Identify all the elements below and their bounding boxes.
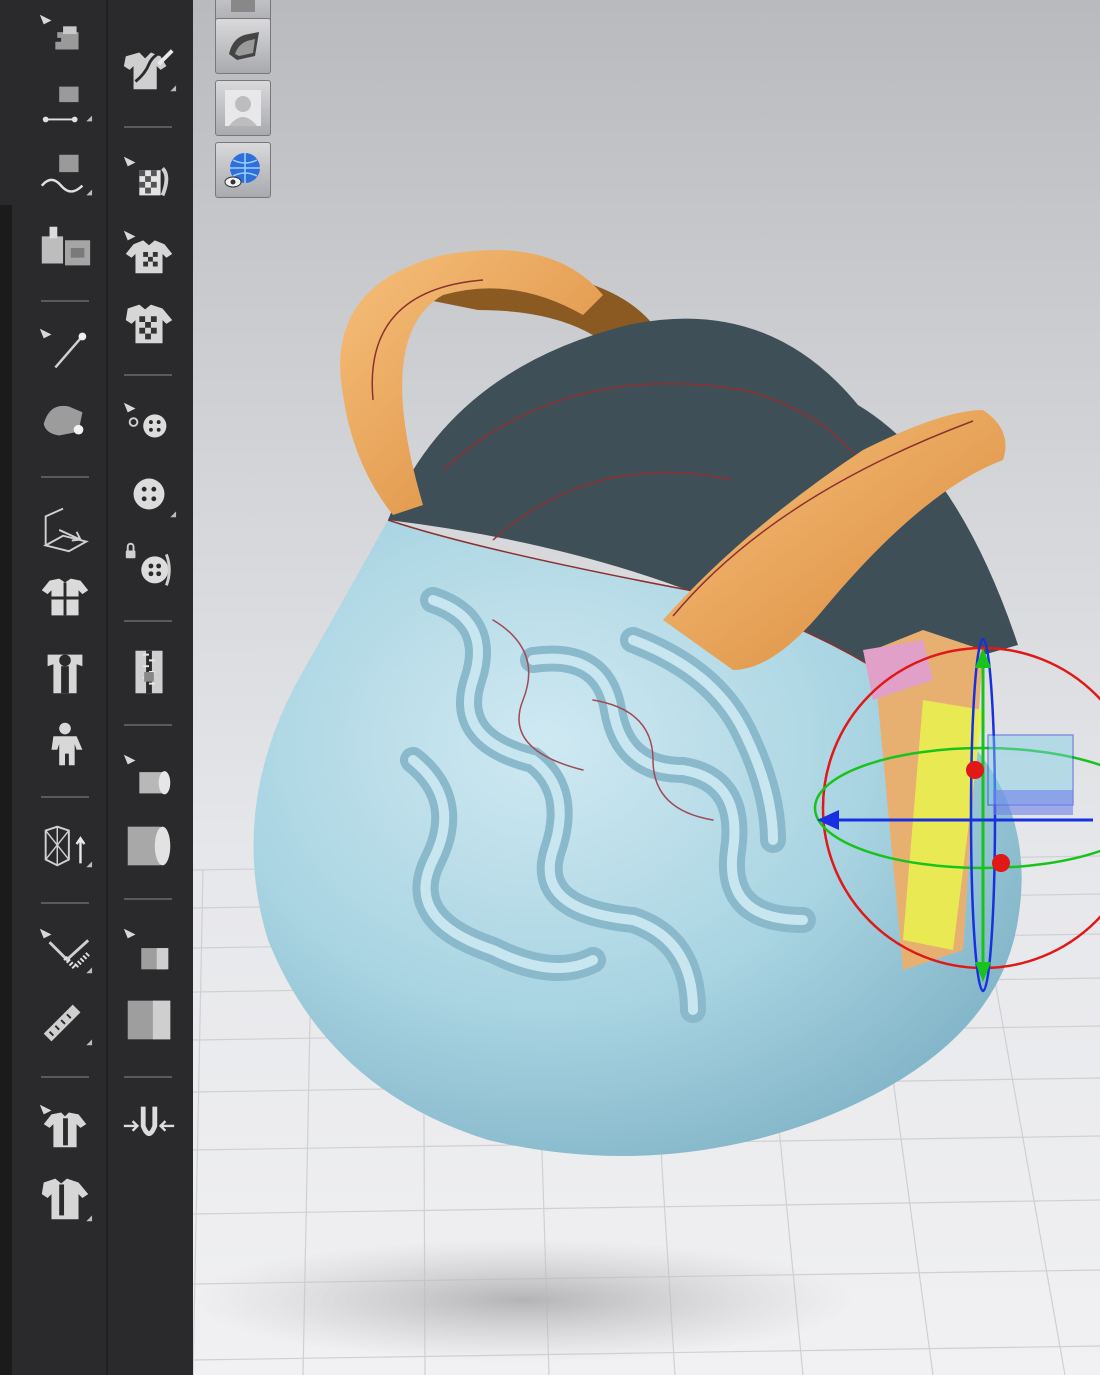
button-select-button[interactable]	[118, 396, 180, 452]
button-icon	[133, 478, 177, 518]
3d-scene	[193, 250, 1100, 1375]
free-sewing-icon	[40, 154, 93, 196]
toolbar-separator	[41, 902, 89, 904]
toolbar-separator	[124, 374, 172, 376]
fabric-roll-button[interactable]	[118, 818, 180, 874]
avatar-fit-button[interactable]	[34, 644, 96, 700]
measure-tool-icon	[39, 928, 93, 974]
arrangement-button[interactable]	[34, 500, 96, 556]
graphic-select-icon	[123, 230, 173, 274]
graphic-icon	[125, 304, 173, 344]
garment-arrange-icon	[41, 578, 89, 616]
fabric-roll-select-button[interactable]	[118, 748, 180, 804]
shading-mode-button[interactable]	[215, 18, 271, 74]
garment-grade-button[interactable]	[34, 1170, 96, 1226]
tape-measure-button[interactable]	[34, 994, 96, 1050]
segment-sewing-icon	[42, 86, 93, 123]
world-view-button[interactable]	[215, 142, 271, 198]
world-view-icon	[224, 153, 260, 188]
toolbar-separator	[41, 476, 89, 478]
pattern-edit-button[interactable]	[118, 40, 180, 96]
fabric-swatch-button[interactable]	[118, 992, 180, 1048]
mesh-info-icon	[44, 825, 93, 868]
free-sewing-button[interactable]	[34, 148, 96, 204]
tack-tool-icon	[43, 405, 84, 436]
texture-edit-icon	[123, 156, 169, 197]
sewing-tool-icon	[39, 14, 79, 50]
toolbar-separator	[41, 300, 89, 302]
avatar-visibility-button[interactable]	[215, 80, 271, 136]
toolbar-separator	[124, 724, 172, 726]
tape-measure-icon	[43, 1004, 93, 1046]
gizmo-handle-top[interactable]	[966, 761, 984, 779]
avatar-icon	[51, 722, 83, 766]
graphic-button[interactable]	[118, 294, 180, 350]
bag-shadow	[193, 1238, 853, 1362]
toolbar-separator	[41, 796, 89, 798]
garment-measure-icon	[39, 1104, 87, 1148]
avatar-button[interactable]	[34, 716, 96, 772]
segment-sewing-button[interactable]	[34, 76, 96, 132]
avatar-fit-icon	[47, 654, 83, 694]
toolbar-separator	[124, 126, 172, 128]
avatar-visibility-icon	[225, 90, 261, 126]
toolbar-column-divider	[106, 0, 108, 1375]
fabric-roll-icon	[127, 826, 171, 866]
toolbar-edge-strip	[0, 205, 12, 1375]
mesh-info-button[interactable]	[34, 818, 96, 874]
button-select-icon	[123, 402, 167, 438]
pattern-edit-icon	[123, 47, 177, 92]
measure-tool-button[interactable]	[34, 922, 96, 978]
button-button[interactable]	[118, 466, 180, 522]
buttonhole-button[interactable]	[118, 538, 180, 594]
pin-tool-button[interactable]	[34, 322, 96, 378]
zipper-button[interactable]	[118, 644, 180, 700]
arrangement-icon	[43, 507, 89, 553]
garment-arrange-button[interactable]	[34, 570, 96, 626]
fabric-swatch-select-button[interactable]	[118, 922, 180, 978]
fabric-roll-select-icon	[123, 754, 171, 795]
fold-tool-icon	[123, 1106, 175, 1137]
toolbar-separator	[124, 898, 172, 900]
shading-mode-icon	[229, 32, 259, 60]
zipper-icon	[135, 650, 163, 694]
multi-sewing-icon	[41, 226, 91, 266]
toolbar-separator	[124, 620, 172, 622]
sewing-tool-button[interactable]	[34, 8, 96, 64]
left-toolbar	[0, 0, 193, 1375]
fabric-swatch-icon	[127, 1000, 171, 1040]
toolbar-separator	[41, 1076, 89, 1078]
fabric-swatch-select-icon	[123, 928, 169, 970]
buttonhole-icon	[125, 542, 171, 586]
multi-sewing-button[interactable]	[34, 220, 96, 276]
tack-tool-button[interactable]	[34, 392, 96, 448]
garment-measure-button[interactable]	[34, 1098, 96, 1154]
toolbar-separator	[124, 1076, 172, 1078]
texture-edit-button[interactable]	[118, 150, 180, 206]
gizmo-handle-bottom[interactable]	[992, 854, 1010, 872]
garment-grade-icon	[41, 1178, 93, 1222]
graphic-select-button[interactable]	[118, 224, 180, 280]
pin-tool-icon	[39, 328, 87, 369]
3d-viewport[interactable]	[193, 0, 1100, 1375]
fold-tool-button[interactable]	[118, 1096, 180, 1152]
